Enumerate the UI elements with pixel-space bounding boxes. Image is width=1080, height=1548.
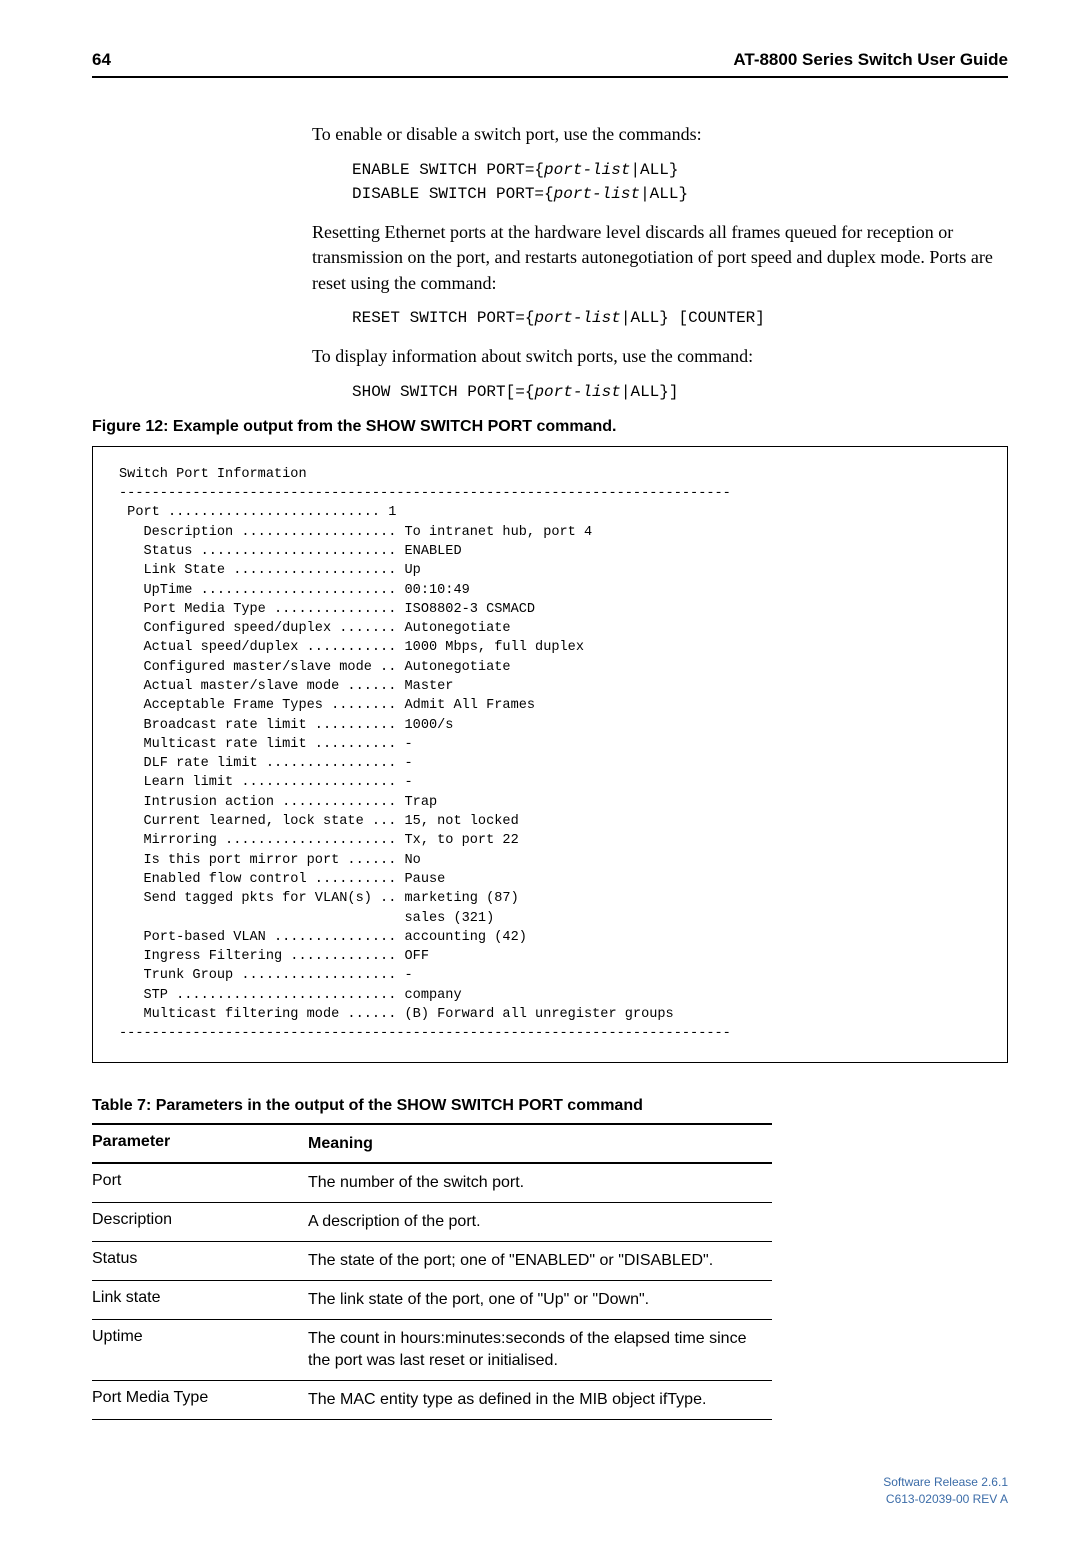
table-cell-meaning: The number of the switch port. xyxy=(308,1172,772,1194)
code-enable: ENABLE SWITCH PORT={port-list|ALL} DISAB… xyxy=(352,158,1008,206)
body-paragraph-3: To display information about switch port… xyxy=(312,344,1008,370)
code-var: port-list xyxy=(534,309,620,327)
table-cell-meaning: The state of the port; one of "ENABLED" … xyxy=(308,1250,772,1272)
footer-release: Software Release 2.6.1 xyxy=(92,1474,1008,1491)
table-cell-param: Port xyxy=(92,1172,308,1194)
table-cell-param: Description xyxy=(92,1211,308,1233)
table-cell-meaning: The link state of the port, one of "Up" … xyxy=(308,1289,772,1311)
terminal-output-box: Switch Port Information ----------------… xyxy=(92,446,1008,1063)
code-show: SHOW SWITCH PORT[={port-list|ALL}] xyxy=(352,380,1008,404)
table-row: Description A description of the port. xyxy=(92,1203,772,1242)
code-var: port-list xyxy=(534,383,620,401)
table-cell-meaning: The count in hours:minutes:seconds of th… xyxy=(308,1328,772,1372)
footer-doc-id: C613-02039-00 REV A xyxy=(92,1491,1008,1508)
table-header-param: Parameter xyxy=(92,1133,308,1155)
guide-title: AT-8800 Series Switch User Guide xyxy=(733,50,1008,70)
code-text: SHOW SWITCH PORT[={ xyxy=(352,383,534,401)
code-text: |ALL} [COUNTER] xyxy=(621,309,765,327)
table-row: Uptime The count in hours:minutes:second… xyxy=(92,1320,772,1381)
table-row: Status The state of the port; one of "EN… xyxy=(92,1242,772,1281)
code-var: port-list xyxy=(544,161,630,179)
table-header-meaning: Meaning xyxy=(308,1133,772,1155)
table-header-row: Parameter Meaning xyxy=(92,1125,772,1164)
table-cell-param: Uptime xyxy=(92,1328,308,1372)
terminal-output: Switch Port Information ----------------… xyxy=(119,465,981,1044)
table-cell-meaning: The MAC entity type as defined in the MI… xyxy=(308,1389,772,1411)
code-text: DISABLE SWITCH PORT={ xyxy=(352,185,554,203)
body-paragraph-2: Resetting Ethernet ports at the hardware… xyxy=(312,220,1008,297)
table-row: Port The number of the switch port. xyxy=(92,1164,772,1203)
table-cell-param: Port Media Type xyxy=(92,1389,308,1411)
figure-caption: Figure 12: Example output from the SHOW … xyxy=(92,418,1008,436)
parameter-table: Parameter Meaning Port The number of the… xyxy=(92,1123,772,1421)
page-footer: Software Release 2.6.1 C613-02039-00 REV… xyxy=(92,1474,1008,1508)
table-cell-param: Status xyxy=(92,1250,308,1272)
page-number: 64 xyxy=(92,50,111,70)
page-header: 64 AT-8800 Series Switch User Guide xyxy=(92,50,1008,78)
body-paragraph-1: To enable or disable a switch port, use … xyxy=(312,122,1008,148)
table-row: Port Media Type The MAC entity type as d… xyxy=(92,1381,772,1420)
table-caption: Table 7: Parameters in the output of the… xyxy=(92,1097,1008,1115)
code-var: port-list xyxy=(554,185,640,203)
table-cell-meaning: A description of the port. xyxy=(308,1211,772,1233)
table-cell-param: Link state xyxy=(92,1289,308,1311)
code-text: RESET SWITCH PORT={ xyxy=(352,309,534,327)
code-text: |ALL} xyxy=(640,185,688,203)
code-text: |ALL} xyxy=(630,161,678,179)
code-text: ENABLE SWITCH PORT={ xyxy=(352,161,544,179)
table-row: Link state The link state of the port, o… xyxy=(92,1281,772,1320)
code-reset: RESET SWITCH PORT={port-list|ALL} [COUNT… xyxy=(352,306,1008,330)
code-text: |ALL}] xyxy=(621,383,679,401)
